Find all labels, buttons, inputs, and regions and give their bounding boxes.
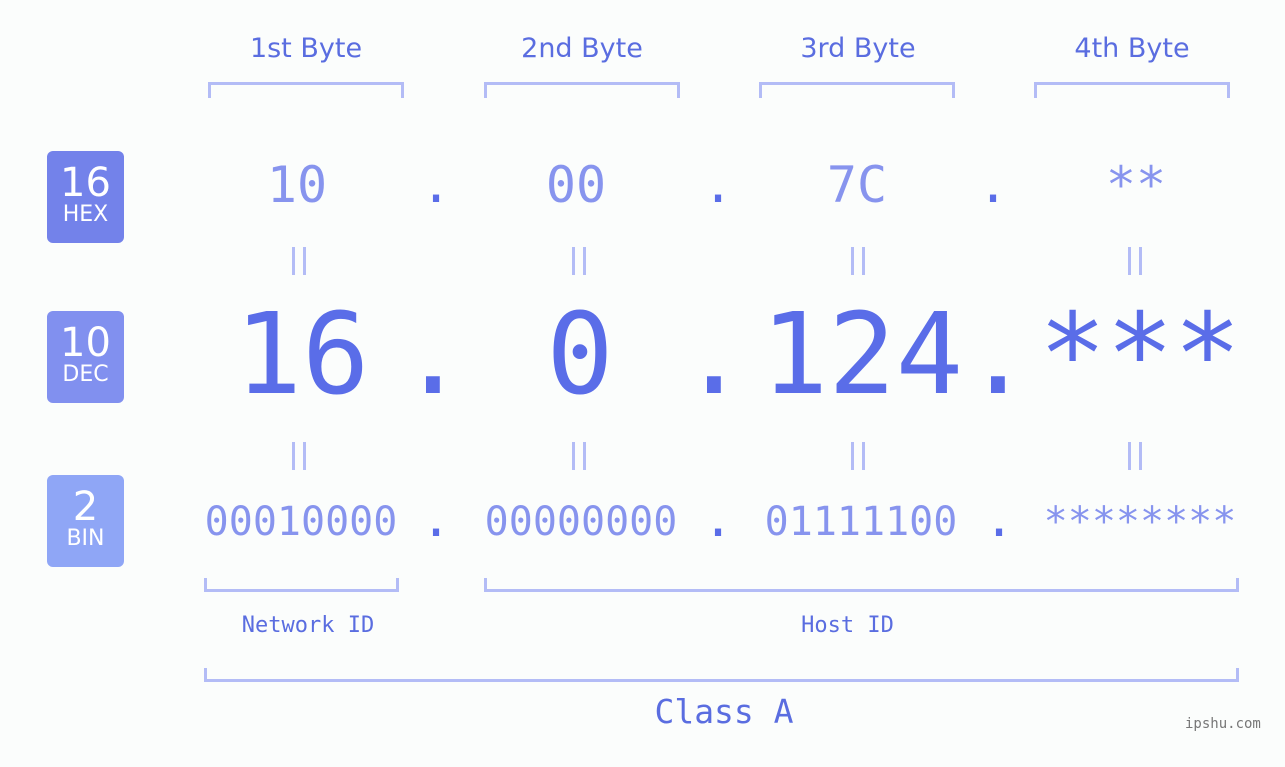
bin-badge-base: 2 — [72, 484, 99, 530]
dec-badge: 10 DEC — [47, 311, 124, 403]
byte-bracket-1 — [208, 82, 404, 98]
hex-byte-3: 7C — [826, 156, 888, 214]
hex-separator: . — [703, 156, 734, 214]
network-id-label: Network ID — [241, 613, 375, 638]
equals-icon — [290, 442, 310, 470]
dec-separator: . — [399, 290, 467, 420]
hex-byte-1: 10 — [266, 156, 328, 214]
dec-separator: . — [964, 290, 1032, 420]
hex-byte-4: ** — [1105, 156, 1167, 214]
class-label: Class A — [654, 692, 794, 731]
bin-byte-2: 00000000 — [484, 499, 678, 545]
bin-separator: . — [703, 490, 734, 548]
byte-header-2: 2nd Byte — [521, 33, 643, 64]
byte-bracket-2 — [484, 82, 680, 98]
equals-icon — [570, 247, 590, 275]
byte-header-4: 4th Byte — [1074, 33, 1190, 64]
dec-separator: . — [680, 290, 748, 420]
hex-separator: . — [978, 156, 1009, 214]
byte-bracket-3 — [759, 82, 955, 98]
dec-badge-label: DEC — [62, 362, 109, 387]
network-id-bracket — [204, 578, 399, 592]
hex-badge: 16 HEX — [47, 151, 124, 243]
equals-icon — [849, 247, 869, 275]
byte-bracket-4 — [1034, 82, 1230, 98]
hex-separator: . — [421, 156, 452, 214]
bin-separator: . — [984, 490, 1015, 548]
hex-badge-base: 16 — [60, 160, 111, 206]
bin-byte-3: 01111100 — [764, 499, 958, 545]
hex-badge-label: HEX — [62, 202, 109, 227]
class-bracket — [204, 668, 1239, 682]
bin-byte-1: 00010000 — [204, 499, 398, 545]
equals-icon — [1126, 247, 1146, 275]
host-id-bracket — [484, 578, 1239, 592]
dec-badge-base: 10 — [60, 320, 111, 366]
equals-icon — [290, 247, 310, 275]
host-id-label: Host ID — [801, 613, 894, 638]
equals-icon — [849, 442, 869, 470]
watermark: ipshu.com — [1185, 716, 1261, 732]
bin-badge: 2 BIN — [47, 475, 124, 567]
bin-badge-label: BIN — [66, 526, 105, 551]
hex-byte-2: 00 — [545, 156, 607, 214]
byte-header-3: 3rd Byte — [800, 33, 916, 64]
byte-header-1: 1st Byte — [249, 33, 363, 64]
equals-icon — [570, 442, 590, 470]
bin-separator: . — [421, 490, 452, 548]
equals-icon — [1126, 442, 1146, 470]
bin-byte-4: ******** — [1043, 499, 1237, 545]
